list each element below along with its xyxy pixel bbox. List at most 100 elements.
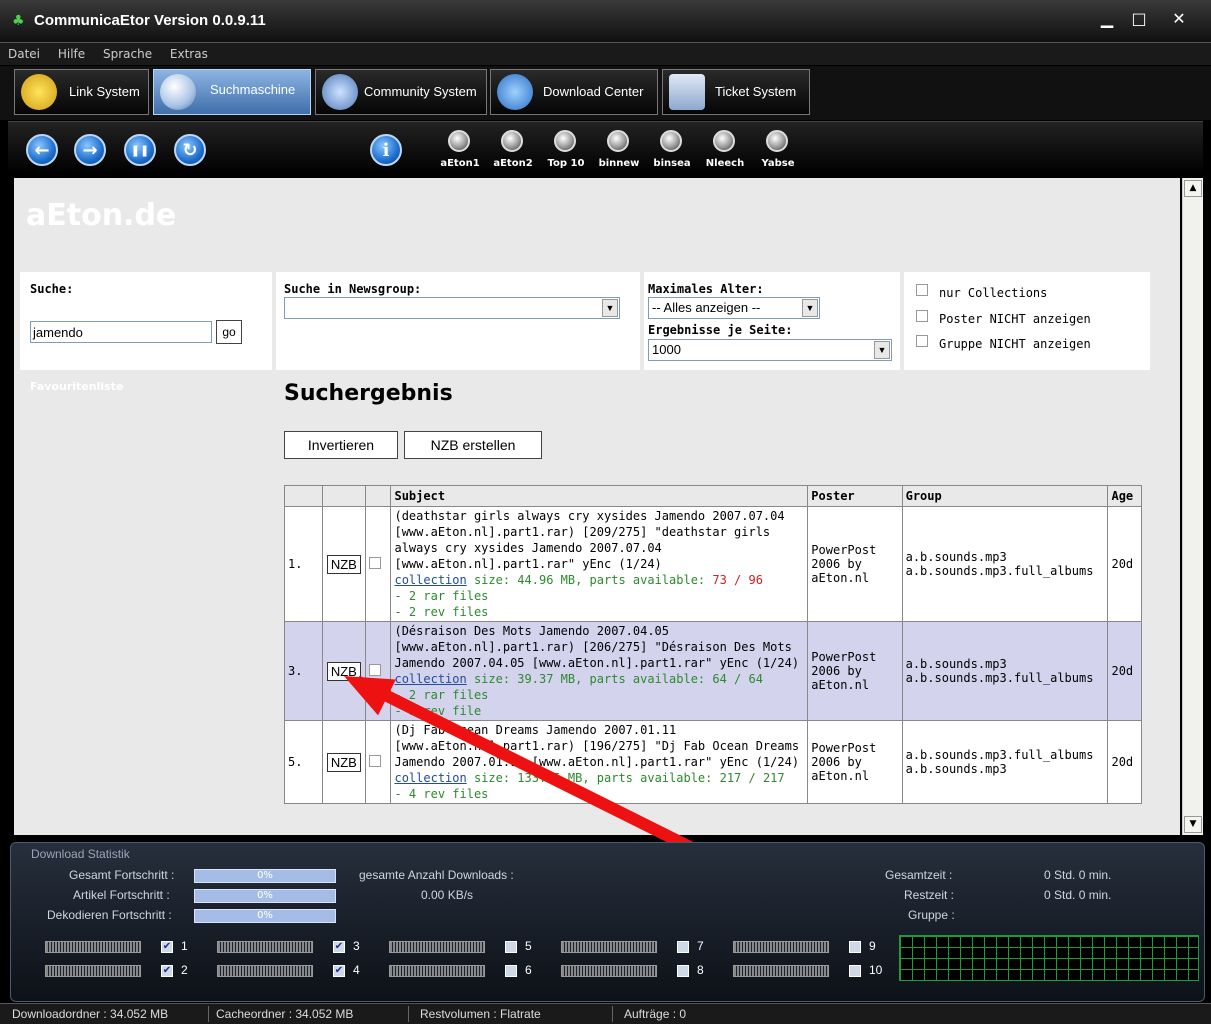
hide-group-checkbox[interactable] [916, 335, 928, 347]
slot-6-checkbox[interactable] [505, 965, 517, 977]
nzb-button[interactable]: NZB [326, 752, 361, 772]
slot-10-checkbox[interactable] [849, 965, 861, 977]
forward-icon[interactable]: → [74, 134, 106, 166]
tab-ticket-system[interactable]: Ticket System [662, 69, 810, 115]
slot-6-number: 6 [525, 963, 532, 977]
slot-5-checkbox[interactable] [505, 941, 517, 953]
magnifier-icon [160, 74, 196, 110]
refresh-icon[interactable]: ↻ [174, 134, 206, 166]
create-nzb-button[interactable]: NZB erstellen [404, 431, 542, 459]
window-title: CommunicaEtor Version 0.0.9.11 [34, 12, 266, 29]
collections-checkbox[interactable] [916, 284, 928, 296]
search-engine-binsea[interactable]: binsea [652, 128, 692, 172]
file-line: - 2 rar files [394, 688, 489, 702]
slot-7-checkbox[interactable] [677, 941, 689, 953]
remaining-time-value: 0 Std. 0 min. [1044, 888, 1112, 902]
search-engine-nleech[interactable]: Nleech [705, 128, 745, 172]
hide-group-label: Gruppe NICHT anzeigen [939, 337, 1091, 351]
engine-label: Top 10 [547, 158, 585, 169]
pause-icon[interactable]: ❚❚ [124, 134, 156, 166]
slot-9-checkbox[interactable] [849, 941, 861, 953]
scroll-down-icon[interactable]: ▼ [1184, 816, 1202, 833]
file-line: - 2 rev files [394, 605, 489, 619]
menu-datei[interactable]: Datei [8, 47, 46, 61]
results-title: Suchergebnis [284, 381, 453, 406]
slot-9-number: 9 [869, 939, 876, 953]
search-engine-aeton2[interactable]: aEton2 [493, 128, 533, 172]
results-table: Subject Poster Group Age 1. NZB (deathst… [284, 485, 1142, 804]
subject-cell: (deathstar girls always cry xysides Jame… [390, 506, 809, 622]
subject-cell: (Désraison Des Mots Jamendo 2007.04.05 [… [390, 621, 809, 721]
progress-label: Artikel Fortschritt : [73, 888, 170, 902]
slot-9-bar [733, 941, 829, 953]
invert-button[interactable]: Invertieren [284, 431, 398, 459]
slot-7-number: 7 [697, 939, 704, 953]
newsgroup-select[interactable]: ▼ [284, 297, 620, 319]
group-header: Group [901, 485, 1109, 507]
download-statistics: Download Statistik Gesamt Fortschritt : … [10, 842, 1205, 1002]
menu-bar: Datei Hilfe Sprache Extras [0, 43, 1211, 65]
content-scrollbar[interactable]: ▲ ▼ [1182, 178, 1203, 835]
slot-4-checkbox[interactable]: ✔ [333, 965, 345, 977]
remaining-time-label: Restzeit : [904, 888, 955, 902]
slot-8-checkbox[interactable] [677, 965, 689, 977]
table-row: 5. NZB (Dj Fab Ocean Dreams Jamendo 2007… [284, 720, 1142, 804]
rest-volume-status: Restvolumen : Flatrate [420, 1007, 541, 1021]
nzb-button[interactable]: NZB [326, 554, 361, 574]
collection-link[interactable]: collection [394, 573, 466, 587]
total-time-value: 0 Std. 0 min. [1044, 868, 1112, 882]
tab-label: Ticket System [715, 84, 797, 99]
slot-1-bar [45, 941, 141, 953]
maximize-button[interactable]: □ [1124, 8, 1154, 32]
search-engine-aeton1[interactable]: aEton1 [440, 128, 480, 172]
options-panel: nur Collections Poster NICHT anzeigen Gr… [904, 272, 1150, 370]
slot-8-bar [561, 965, 657, 977]
row-checkbox[interactable] [369, 754, 382, 767]
slot-2-number: 2 [181, 963, 188, 977]
search-panel: Suche: jamendo go [20, 272, 272, 370]
speed-graph [899, 935, 1199, 981]
subject-text: (Désraison Des Mots Jamendo 2007.04.05 [… [394, 624, 800, 670]
minimize-button[interactable]: ▁ [1092, 8, 1122, 32]
search-engine-yabse[interactable]: Yabse [758, 128, 798, 172]
tab-download-center[interactable]: Download Center [490, 69, 658, 115]
slot-1-checkbox[interactable]: ✔ [161, 941, 173, 953]
tab-suchmaschine[interactable]: Suchmaschine [153, 69, 311, 115]
engine-label: aEton1 [440, 158, 480, 169]
slot-6-bar [389, 965, 485, 977]
per-page-select[interactable]: 1000 ▼ [648, 339, 892, 361]
download-folder-status: Downloadordner : 34.052 MB [12, 1007, 169, 1021]
collection-link[interactable]: collection [394, 771, 466, 785]
back-icon[interactable]: ← [26, 134, 58, 166]
menu-hilfe[interactable]: Hilfe [58, 47, 91, 61]
hide-poster-checkbox[interactable] [916, 310, 928, 322]
search-engine-top10[interactable]: Top 10 [546, 128, 586, 172]
go-button[interactable]: go [216, 320, 242, 344]
speed-value: 0.00 KB/s [421, 888, 474, 902]
slot-3-checkbox[interactable]: ✔ [333, 941, 345, 953]
tab-community-system[interactable]: Community System [315, 69, 487, 115]
tab-label: Suchmaschine [210, 82, 296, 97]
group-cell: a.b.sounds.mp3.full_albums a.b.sounds.mp… [901, 720, 1109, 804]
info-icon[interactable]: i [370, 134, 402, 166]
slot-2-checkbox[interactable]: ✔ [161, 965, 173, 977]
download-icon [497, 74, 533, 110]
max-age-select[interactable]: -- Alles anzeigen -- ▼ [648, 297, 820, 319]
slot-5-bar [389, 941, 485, 953]
close-button[interactable]: ✕ [1164, 8, 1194, 32]
magnifier-icon [607, 130, 629, 152]
menu-extras[interactable]: Extras [170, 47, 214, 61]
slot-4-number: 4 [353, 963, 360, 977]
status-bar: Downloadordner : 34.052 MB Cacheordner :… [0, 1003, 1211, 1024]
progress-label: Dekodieren Fortschritt : [47, 908, 172, 922]
stats-title: Download Statistik [31, 847, 130, 861]
tab-link-system[interactable]: Link System [14, 69, 149, 115]
row-checkbox[interactable] [369, 556, 382, 569]
chevron-down-icon: ▼ [602, 299, 618, 317]
search-input[interactable]: jamendo [30, 321, 212, 343]
menu-sprache[interactable]: Sprache [103, 47, 158, 61]
scroll-up-icon[interactable]: ▲ [1184, 180, 1202, 197]
cache-folder-status: Cacheordner : 34.052 MB [216, 1007, 354, 1021]
search-engine-binnew[interactable]: binnew [599, 128, 639, 172]
collection-link[interactable]: collection [394, 672, 466, 686]
